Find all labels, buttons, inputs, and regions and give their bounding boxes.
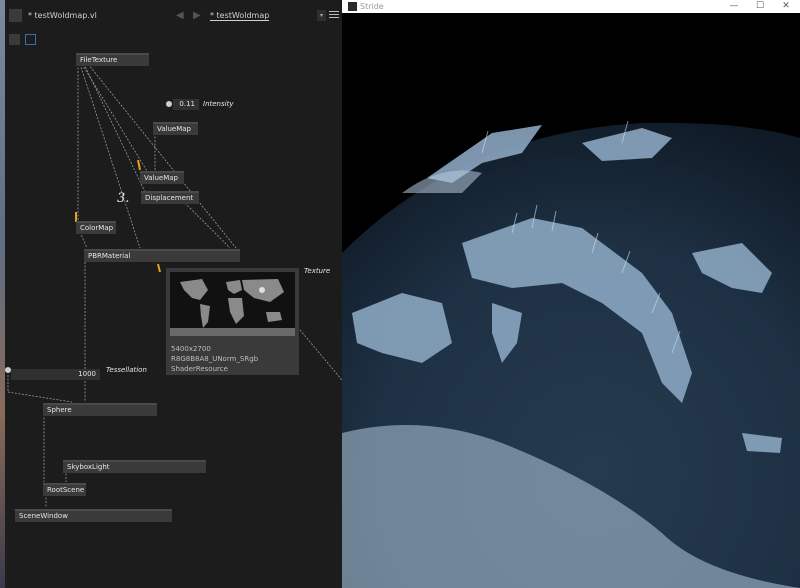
node-label: FileTexture <box>80 56 118 64</box>
pad-handle-icon[interactable] <box>166 101 172 107</box>
minimize-button[interactable]: — <box>722 0 746 13</box>
vl-editor-window: * testWoldmap.vl ◀ ▶ * testWoldmap ▾ Fil… <box>0 0 342 588</box>
link <box>184 202 231 249</box>
node-skyboxlight[interactable]: SkyboxLight <box>63 460 206 473</box>
tessellation-input[interactable]: 1000 <box>11 369 100 380</box>
node-label: SkyboxLight <box>67 463 110 471</box>
annotation-comment: 3. <box>117 191 130 206</box>
node-label: ColorMap <box>80 224 114 232</box>
link <box>299 329 342 381</box>
highlight-link <box>157 263 161 273</box>
intensity-input[interactable]: 0.11 <box>173 99 199 110</box>
node-rootscene[interactable]: RootScene <box>43 483 86 496</box>
texture-thumbnail <box>170 272 295 336</box>
globe-render <box>342 13 800 588</box>
highlight-link <box>137 159 141 171</box>
texture-kind: ShaderResource <box>171 365 228 373</box>
tessellation-label: Tessellation <box>106 366 147 374</box>
node-scenewindow[interactable]: SceneWindow <box>15 509 172 522</box>
node-filetexture[interactable]: FileTexture <box>76 53 149 66</box>
node-displacement[interactable]: Displacement <box>141 191 199 204</box>
render-viewport[interactable] <box>342 13 800 588</box>
node-label: ValueMap <box>157 125 191 133</box>
texture-format: R8G8B8A8_UNorm_SRgb <box>171 355 259 363</box>
stride-app-icon <box>348 2 357 11</box>
node-label: Sphere <box>47 406 72 414</box>
node-label: PBRMaterial <box>88 252 131 260</box>
node-label: SceneWindow <box>19 512 68 520</box>
texture-size: 5400x2700 <box>171 345 211 353</box>
window-title: Stride <box>360 2 384 11</box>
node-label: Displacement <box>145 194 194 202</box>
texture-label: Texture <box>304 267 331 275</box>
intensity-label: Intensity <box>203 100 234 108</box>
node-pbrmaterial[interactable]: PBRMaterial <box>84 249 240 262</box>
link <box>79 231 88 249</box>
node-label: RootScene <box>47 486 85 494</box>
maximize-button[interactable]: ☐ <box>748 0 772 13</box>
node-label: ValueMap <box>144 174 178 182</box>
close-button[interactable]: ✕ <box>774 0 798 13</box>
stride-titlebar: Stride — ☐ ✕ <box>342 0 800 13</box>
node-sphere[interactable]: Sphere <box>43 403 157 416</box>
stride-render-window: Stride — ☐ ✕ <box>342 0 800 588</box>
node-colormap[interactable]: ColorMap <box>76 221 116 234</box>
link <box>83 63 146 193</box>
texture-preview-tooltip: 5400x2700 R8G8B8A8_UNorm_SRgb ShaderReso… <box>166 268 299 375</box>
link <box>7 391 73 403</box>
node-valuemap-1[interactable]: ValueMap <box>153 122 198 135</box>
node-valuemap-2[interactable]: ValueMap <box>140 171 184 184</box>
